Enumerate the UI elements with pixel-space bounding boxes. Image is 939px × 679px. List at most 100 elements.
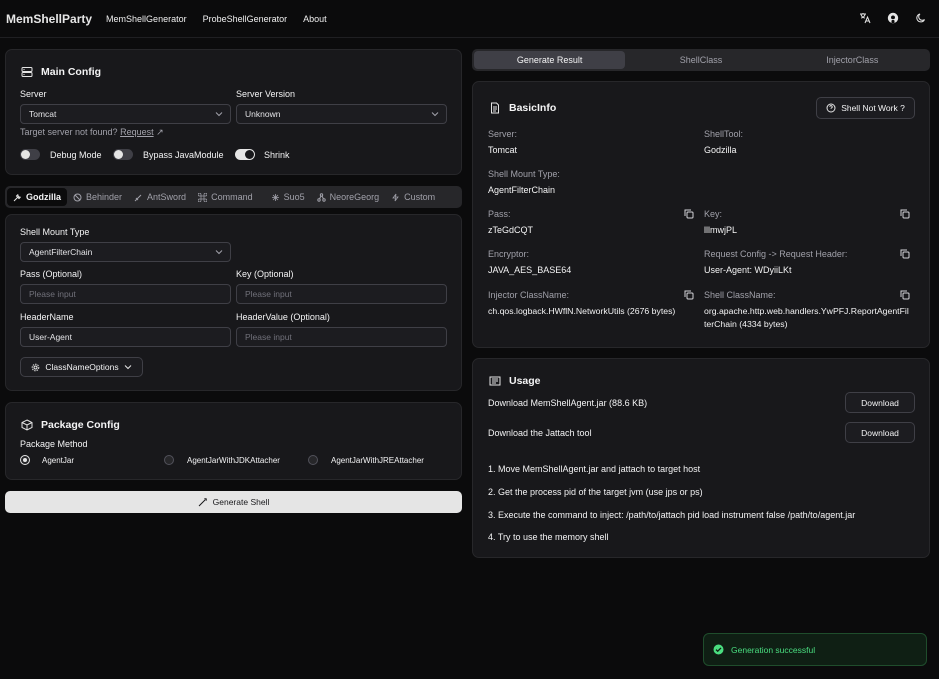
package-icon bbox=[21, 419, 33, 431]
wrench-icon bbox=[13, 193, 21, 201]
tab-behinder[interactable]: Behinder bbox=[67, 188, 128, 206]
package-config-title: Package Config bbox=[21, 419, 120, 431]
shell-classname-label: Shell ClassName: bbox=[704, 290, 776, 300]
top-nav: MemShellParty MemShellGenerator ProbeShe… bbox=[0, 0, 939, 38]
key-input[interactable]: Please input bbox=[236, 284, 447, 304]
copy-request-header-icon[interactable] bbox=[900, 249, 910, 259]
radio-agentjar-jre[interactable] bbox=[308, 455, 318, 465]
pass-input[interactable]: Please input bbox=[20, 284, 231, 304]
shell-mount-type-label: Shell Mount Type bbox=[20, 227, 90, 237]
list-icon bbox=[489, 376, 501, 386]
header-name-input[interactable]: User-Agent bbox=[20, 327, 231, 347]
key-info-label: Key: bbox=[704, 209, 723, 219]
key-label: Key (Optional) bbox=[236, 269, 294, 279]
classname-options-button[interactable]: ClassNameOptions bbox=[20, 357, 143, 377]
radio-agentjar[interactable] bbox=[20, 455, 30, 465]
pass-placeholder: Please input bbox=[29, 289, 76, 299]
github-icon[interactable] bbox=[887, 12, 899, 24]
package-config-title-text: Package Config bbox=[41, 419, 120, 431]
mount-info-value: AgentFilterChain bbox=[488, 185, 556, 195]
debug-mode-toggle[interactable] bbox=[20, 149, 40, 160]
tunnel-icon bbox=[271, 193, 279, 201]
translate-icon[interactable] bbox=[859, 12, 871, 24]
server-version-label: Server Version bbox=[236, 89, 296, 99]
download-agent-button[interactable]: Download bbox=[845, 392, 915, 413]
server-info-label: Server: bbox=[488, 129, 518, 139]
tab-injectorclass[interactable]: InjectorClass bbox=[777, 51, 928, 69]
download-agent-text: Download MemShellAgent.jar (88.6 KB) bbox=[488, 398, 648, 408]
tab-behinder-label: Behinder bbox=[86, 192, 123, 202]
encryptor-info-value: JAVA_AES_BASE64 bbox=[488, 265, 572, 275]
bypass-javamodule-label: Bypass JavaModule bbox=[143, 150, 224, 160]
server-select[interactable]: Tomcat bbox=[20, 104, 231, 124]
pass-info-label: Pass: bbox=[488, 209, 511, 219]
mount-info-label: Shell Mount Type: bbox=[488, 169, 560, 179]
basic-info-title: BasicInfo bbox=[489, 102, 556, 114]
document-icon bbox=[491, 102, 499, 114]
tab-suo5-label: Suo5 bbox=[283, 192, 305, 202]
tab-suo5[interactable]: Suo5 bbox=[265, 188, 311, 206]
radio-agentjar-jre-label: AgentJarWithJREAttacher bbox=[331, 456, 424, 465]
usage-step-3: 3. Execute the command to inject: /path/… bbox=[488, 510, 856, 520]
download-jattach-text: Download the Jattach tool bbox=[488, 428, 592, 438]
gear-icon bbox=[32, 363, 40, 371]
ban-icon bbox=[73, 193, 82, 201]
encryptor-info-label: Encryptor: bbox=[488, 249, 530, 259]
header-value-input[interactable]: Please input bbox=[236, 327, 447, 347]
copy-injector-classname-icon[interactable] bbox=[684, 290, 694, 300]
tab-godzilla-label: Godzilla bbox=[26, 192, 62, 202]
tab-command-label: Command bbox=[211, 192, 253, 202]
injector-classname-label: Injector ClassName: bbox=[488, 290, 570, 300]
tab-antsword-label: AntSword bbox=[147, 192, 187, 202]
tab-antsword[interactable]: AntSword bbox=[128, 188, 192, 206]
nav-memshell-generator[interactable]: MemShellGenerator bbox=[106, 14, 187, 24]
shell-not-work-label: Shell Not Work ? bbox=[841, 103, 905, 113]
success-toast: Generation successful bbox=[703, 633, 927, 666]
nav-probeshell-generator[interactable]: ProbeShellGenerator bbox=[203, 14, 288, 24]
shell-mount-type-select[interactable]: AgentFilterChain bbox=[20, 242, 231, 262]
key-placeholder: Please input bbox=[245, 289, 292, 299]
shell-classname-value-line2: terChain (4334 bytes) bbox=[704, 319, 788, 329]
brand-logo[interactable]: MemShellParty bbox=[6, 12, 92, 26]
usage-step-2: 2. Get the process pid of the target jvm… bbox=[488, 487, 703, 497]
download-jattach-button[interactable]: Download bbox=[845, 422, 915, 443]
server-version-select[interactable]: Unknown bbox=[236, 104, 447, 124]
request-link[interactable]: Request bbox=[120, 127, 154, 137]
shell-classname-value-line1: org.apache.http.web.handlers.YwPFJ.Repor… bbox=[704, 306, 909, 316]
request-config-value: User-Agent: WDyiiLKt bbox=[704, 265, 792, 275]
nav-about[interactable]: About bbox=[303, 14, 327, 24]
theme-toggle-icon[interactable] bbox=[915, 12, 927, 24]
tab-command[interactable]: Command bbox=[192, 188, 259, 206]
command-icon bbox=[198, 192, 208, 202]
header-value-placeholder: Please input bbox=[245, 332, 292, 342]
shell-mount-type-value: AgentFilterChain bbox=[29, 247, 93, 257]
main-config-title-text: Main Config bbox=[41, 66, 102, 78]
copy-pass-icon[interactable] bbox=[684, 209, 694, 219]
bypass-javamodule-toggle[interactable] bbox=[113, 149, 133, 160]
shrink-label: Shrink bbox=[264, 150, 290, 160]
shrink-toggle[interactable] bbox=[235, 149, 255, 160]
classname-options-label: ClassNameOptions bbox=[45, 362, 119, 372]
network-icon bbox=[316, 192, 326, 202]
copy-shell-classname-icon[interactable] bbox=[900, 290, 910, 300]
chevron-down-icon bbox=[124, 365, 131, 370]
tab-shellclass[interactable]: ShellClass bbox=[625, 51, 776, 69]
header-name-label: HeaderName bbox=[20, 312, 74, 322]
tab-godzilla[interactable]: Godzilla bbox=[7, 188, 68, 206]
tab-generate-result[interactable]: Generate Result bbox=[474, 51, 626, 69]
generate-shell-button[interactable]: Generate Shell bbox=[5, 491, 462, 513]
zap-icon bbox=[392, 193, 399, 201]
tab-neoregeorg[interactable]: NeoreGeorg bbox=[311, 188, 386, 206]
request-config-label: Request Config -> Request Header: bbox=[704, 249, 848, 259]
package-method-label: Package Method bbox=[20, 439, 88, 449]
usage-step-1: 1. Move MemShellAgent.jar and jattach to… bbox=[488, 464, 701, 474]
external-link-icon: ↗ bbox=[156, 127, 164, 137]
server-select-value: Tomcat bbox=[29, 109, 57, 119]
copy-key-icon[interactable] bbox=[900, 209, 910, 219]
shell-not-work-button[interactable]: Shell Not Work ? bbox=[816, 97, 915, 119]
main-config-title: Main Config bbox=[21, 66, 101, 78]
magic-wand-icon bbox=[198, 498, 207, 507]
radio-agentjar-jdk[interactable] bbox=[164, 455, 174, 465]
tab-custom[interactable]: Custom bbox=[385, 188, 441, 206]
usage-card bbox=[472, 358, 930, 558]
